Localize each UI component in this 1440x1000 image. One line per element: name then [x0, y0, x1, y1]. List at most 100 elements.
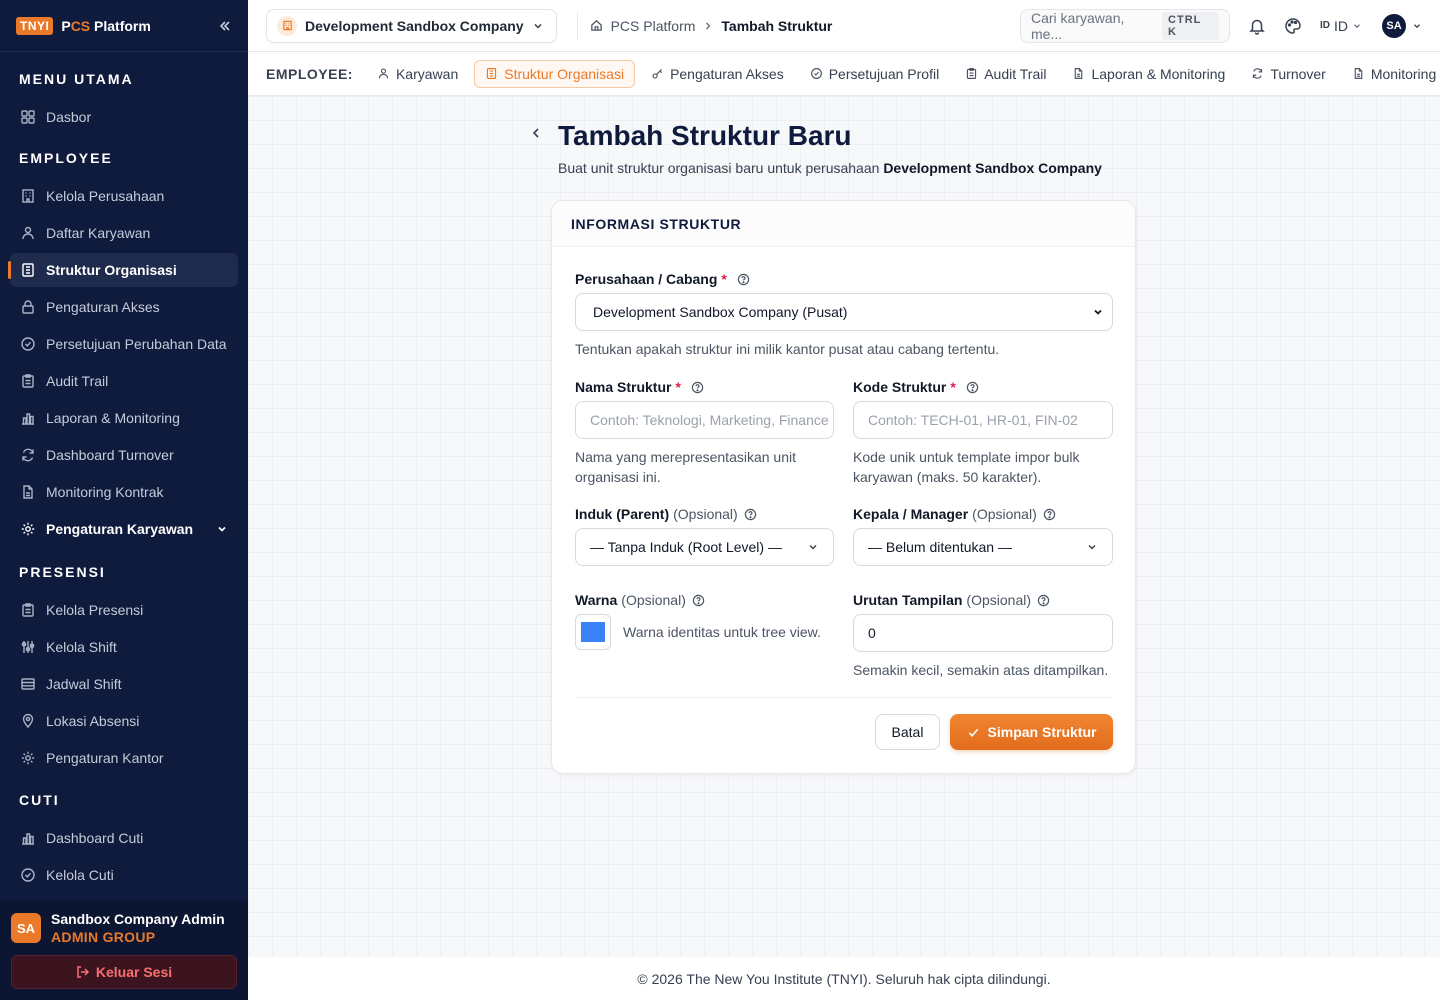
help-icon: [737, 273, 750, 285]
breadcrumb-root[interactable]: PCS Platform: [611, 18, 696, 34]
help-icon: [1037, 594, 1050, 606]
sidebar-item-label: Monitoring Kontrak: [46, 484, 164, 500]
sidebar-item-dashboard-cuti[interactable]: Dashboard Cuti: [10, 821, 238, 855]
gear-icon: [20, 521, 36, 537]
parent-select[interactable]: — Tanpa Induk (Root Level) —: [575, 528, 834, 566]
company-name: Development Sandbox Company: [305, 17, 524, 34]
cancel-button[interactable]: Batal: [875, 714, 940, 750]
sidebar-item-kelola-shift[interactable]: Kelola Shift: [10, 630, 238, 664]
page-subtitle: Buat unit struktur organisasi baru untuk…: [558, 160, 1102, 176]
tab-karyawan[interactable]: Karyawan: [367, 60, 468, 88]
save-label: Simpan Struktur: [987, 724, 1097, 740]
help-icon: [692, 594, 705, 606]
key-icon: [651, 67, 664, 80]
gear-icon: [20, 750, 36, 766]
color-picker[interactable]: [575, 614, 611, 650]
tab-persetujuan-profil[interactable]: Persetujuan Profil: [800, 60, 950, 88]
sidebar-item-label: Lokasi Absensi: [46, 713, 140, 729]
sidebar-item-label: Daftar Karyawan: [46, 225, 151, 241]
map-pin-icon: [20, 713, 36, 729]
sidebar-item-struktur-organisasi[interactable]: Struktur Organisasi: [8, 253, 238, 287]
company-field: Perusahaan / Cabang * Development Sandbox…: [575, 271, 1113, 359]
sidebar-item-persetujuan-perubahan-data[interactable]: Persetujuan Perubahan Data: [10, 327, 238, 361]
nav-section-title: CUTI: [19, 792, 60, 808]
order-value: 0: [868, 625, 876, 641]
sidebar-item-jadwal-shift[interactable]: Jadwal Shift: [10, 667, 238, 701]
company-label: Perusahaan / Cabang: [575, 271, 718, 287]
bell-icon[interactable]: [1248, 17, 1266, 35]
chevron-right-icon: [706, 22, 711, 29]
nav-section-title: MENU UTAMA: [19, 71, 134, 87]
tab-audit-trail[interactable]: Audit Trail: [955, 60, 1056, 88]
sidebar-item-lokasi-absensi[interactable]: Lokasi Absensi: [10, 704, 238, 738]
collapse-sidebar-icon[interactable]: [218, 19, 232, 33]
sidebar-item-kelola-perusahaan[interactable]: Kelola Perusahaan: [10, 179, 238, 213]
sidebar-item-dasbor[interactable]: Dasbor: [10, 100, 238, 134]
sidebar-item-audit-trail[interactable]: Audit Trail: [10, 364, 238, 398]
users-icon: [377, 67, 390, 80]
nav-section-title: PRESENSI: [19, 564, 106, 580]
user-block: SA Sandbox Company Admin ADMIN GROUP Kel…: [0, 900, 248, 1000]
sidebar-item-monitoring-kontrak[interactable]: Monitoring Kontrak: [10, 475, 238, 509]
clipboard-icon: [20, 602, 36, 618]
footer: © 2026 The New You Institute (TNYI). Sel…: [248, 957, 1440, 1000]
brand-name: PCS Platform: [61, 17, 151, 34]
sidebar-item-label: Struktur Organisasi: [46, 262, 177, 278]
code-field: Kode Struktur * Contoh: TECH-01, HR-01, F…: [853, 379, 1113, 487]
sidebar-item-laporan-monitoring[interactable]: Laporan & Monitoring: [10, 401, 238, 435]
divider: [575, 697, 1112, 698]
main-content: Tambah Struktur Baru Buat unit struktur …: [248, 96, 1440, 957]
language-switcher[interactable]: ID ID: [1320, 18, 1362, 34]
help-icon: [691, 381, 704, 393]
save-button[interactable]: Simpan Struktur: [950, 714, 1113, 750]
back-icon[interactable]: [530, 126, 542, 140]
manager-select[interactable]: — Belum ditentukan —: [853, 528, 1113, 566]
optional-mark: (Opsional): [621, 592, 686, 608]
help-icon: [744, 508, 756, 520]
logout-button[interactable]: Keluar Sesi: [11, 955, 237, 989]
code-label: Kode Struktur: [853, 379, 947, 395]
sidebar-item-dashboard-turnover[interactable]: Dashboard Turnover: [10, 438, 238, 472]
clipboard-icon: [965, 67, 978, 80]
tab-turnover[interactable]: Turnover: [1241, 60, 1336, 88]
tab-laporan-monitoring[interactable]: Laporan & Monitoring: [1062, 60, 1235, 88]
sidebar-item-label: Dashboard Cuti: [46, 830, 144, 846]
tab-struktur-organisasi[interactable]: Struktur Organisasi: [474, 59, 636, 88]
tab-monitoring-kontrak[interactable]: Monitoring Kontrak: [1342, 60, 1440, 88]
sidebar-item-pengaturan-akses[interactable]: Pengaturan Akses: [10, 290, 238, 324]
bar-chart-icon: [20, 410, 36, 426]
building-icon: [20, 188, 36, 204]
code-input[interactable]: Contoh: TECH-01, HR-01, FIN-02: [853, 401, 1113, 439]
card-title: INFORMASI STRUKTUR: [552, 201, 1135, 247]
sidebar-item-label: Laporan & Monitoring: [46, 410, 180, 426]
sidebar-item-pengaturan-kantor[interactable]: Pengaturan Kantor: [10, 741, 238, 775]
manager-label: Kepala / Manager: [853, 506, 969, 522]
sidebar-item-pengaturan-karyawan[interactable]: Pengaturan Karyawan: [10, 512, 238, 546]
module-label: EMPLOYEE:: [266, 65, 353, 82]
sidebar-item-daftar-karyawan[interactable]: Daftar Karyawan: [10, 216, 238, 250]
order-input[interactable]: 0: [853, 614, 1113, 652]
lock-icon: [20, 299, 36, 315]
search-input[interactable]: Cari karyawan, me... CTRL K: [1020, 8, 1230, 43]
palette-icon[interactable]: [1284, 17, 1302, 35]
logout-label: Keluar Sesi: [95, 964, 173, 980]
file-icon: [1352, 67, 1365, 80]
color-hint: Warna identitas untuk tree view.: [623, 624, 821, 640]
avatar: SA: [11, 913, 41, 943]
optional-mark: (Opsional): [972, 506, 1037, 522]
sidebar-item-kelola-presensi[interactable]: Kelola Presensi: [10, 593, 238, 627]
brand-badge: TNYI: [16, 16, 54, 35]
sidebar-item-label: Kelola Perusahaan: [46, 188, 165, 204]
order-field: Urutan Tampilan (Opsional) 0 Semakin keci…: [853, 592, 1113, 680]
tab-pengaturan-akses[interactable]: Pengaturan Akses: [641, 60, 794, 88]
user-menu[interactable]: SA: [1362, 13, 1422, 38]
page-title: Tambah Struktur Baru: [558, 120, 852, 151]
required-mark: *: [950, 379, 956, 395]
building-icon: [277, 15, 297, 36]
company-select[interactable]: Development Sandbox Company (Pusat): [575, 293, 1113, 331]
sidebar-item-label: Audit Trail: [46, 373, 109, 389]
sidebar-item-kelola-cuti[interactable]: Kelola Cuti: [10, 858, 238, 892]
structure-form-card: INFORMASI STRUKTUR Perusahaan / Cabang * …: [551, 200, 1136, 774]
name-input[interactable]: Contoh: Teknologi, Marketing, Finance: [575, 401, 834, 439]
company-switcher[interactable]: Development Sandbox Company: [266, 8, 557, 43]
